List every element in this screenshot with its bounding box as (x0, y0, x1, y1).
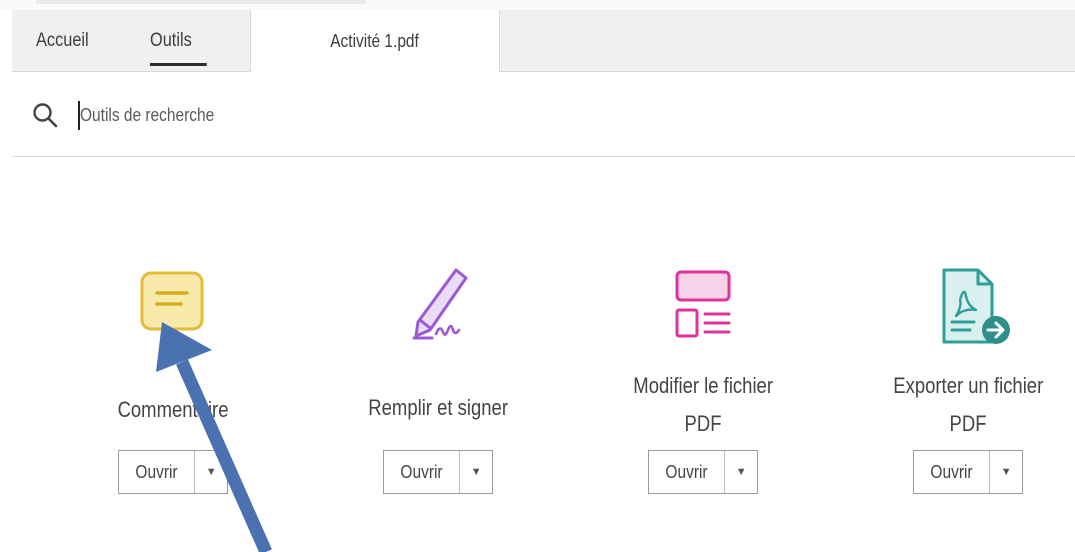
tool-label-line2: PDF (684, 411, 722, 436)
open-label: Ouvrir (135, 462, 178, 482)
tool-icon-area (848, 250, 1075, 360)
open-label: Ouvrir (400, 462, 443, 482)
tool-icon-area (53, 250, 293, 360)
tool-card-fill-sign: Remplir et signer Ouvrir ▼ (318, 250, 558, 510)
tools-search-bar (12, 72, 1075, 157)
export-pdf-icon[interactable] (938, 264, 1014, 350)
tool-label-export-pdf: Exporter un fichier (848, 368, 1075, 404)
tab-bar: Accueil Outils Activité 1.pdf (12, 10, 1075, 72)
tab-document[interactable]: Activité 1.pdf (250, 10, 500, 72)
open-label: Ouvrir (930, 462, 973, 482)
edit-pdf-icon[interactable] (673, 268, 733, 342)
tool-label-text: Commentaire (117, 397, 229, 422)
tool-label-export-pdf-2: PDF (848, 406, 1075, 442)
tool-card-edit-pdf: Modifier le fichier PDF Ouvrir ▼ (583, 250, 823, 510)
tool-label-line1: Exporter un fichier (893, 373, 1043, 398)
tool-card-comment: Commentaire Ouvrir ▼ (53, 250, 293, 510)
open-button-main[interactable]: Ouvrir (119, 451, 196, 493)
chevron-down-icon[interactable]: ▼ (195, 451, 227, 493)
tool-icon-area (318, 250, 558, 360)
open-label: Ouvrir (665, 462, 708, 482)
active-tab-indicator (150, 63, 207, 66)
search-input[interactable] (80, 96, 510, 134)
tool-card-export-pdf: Exporter un fichier PDF Ouvrir ▼ (848, 250, 1075, 510)
open-button-main[interactable]: Ouvrir (649, 451, 726, 493)
tool-label-fill-sign: Remplir et signer (318, 390, 558, 426)
tool-label-line2: PDF (949, 411, 987, 436)
open-button-main[interactable]: Ouvrir (914, 451, 991, 493)
open-button-export-pdf[interactable]: Ouvrir ▼ (913, 450, 1023, 494)
open-button-edit-pdf[interactable]: Ouvrir ▼ (648, 450, 758, 494)
tool-label-edit-pdf-2: PDF (583, 406, 823, 442)
open-button-fill-sign[interactable]: Ouvrir ▼ (383, 450, 493, 494)
tool-icon-area (583, 250, 823, 360)
comment-icon[interactable] (139, 270, 205, 332)
tool-label-line1: Modifier le fichier (633, 373, 773, 398)
open-button-comment[interactable]: Ouvrir ▼ (118, 450, 228, 494)
search-icon (33, 103, 58, 128)
chevron-down-icon[interactable]: ▼ (460, 451, 492, 493)
chevron-down-icon[interactable]: ▼ (990, 451, 1022, 493)
title-remnant (36, 0, 366, 4)
fill-sign-icon[interactable] (406, 264, 478, 344)
window-title-strip (0, 0, 1075, 10)
tool-label-text: Remplir et signer (368, 395, 508, 420)
tab-tools[interactable]: Outils (150, 10, 207, 72)
tool-label-edit-pdf: Modifier le fichier (583, 368, 823, 404)
tool-label-comment: Commentaire (53, 392, 293, 428)
open-button-main[interactable]: Ouvrir (384, 451, 461, 493)
tab-home[interactable]: Accueil (36, 10, 89, 72)
tab-tools-label: Outils (150, 30, 192, 51)
chevron-down-icon[interactable]: ▼ (725, 451, 757, 493)
tab-document-label: Activité 1.pdf (330, 31, 420, 51)
